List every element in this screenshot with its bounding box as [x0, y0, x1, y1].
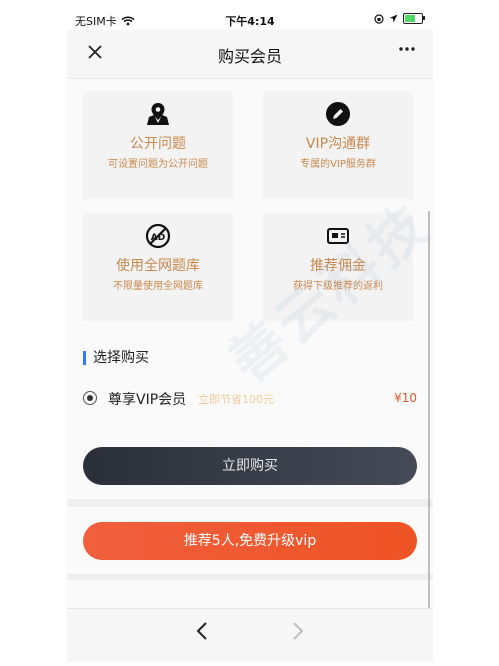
main-content: 公开问题 可设置问题为公开问题 VIP沟通群 专属的VIP服务群 AD 使用全网… [67, 79, 433, 620]
buy-now-button[interactable]: 立即购买 [83, 447, 417, 485]
divider [67, 574, 433, 580]
vip-radio[interactable] [83, 391, 97, 405]
more-button[interactable] [397, 39, 417, 64]
status-right [374, 13, 425, 24]
chevron-left-icon [196, 622, 207, 640]
vip-option-price: ¥10 [394, 391, 417, 405]
back-button[interactable] [195, 621, 209, 647]
forward-button[interactable] [291, 621, 305, 647]
map-pin-icon [147, 103, 169, 125]
feature-subtitle: 不限量使用全网题库 [113, 281, 203, 292]
vip-option-note: 立即节省100元 [198, 393, 274, 406]
no-ads-icon: AD [145, 223, 171, 249]
scrollbar[interactable] [428, 211, 430, 611]
recommend-upgrade-button[interactable]: 推荐5人,免费升级vip [83, 522, 417, 560]
status-bar: 无SIM卡 下午4:14 [67, 10, 433, 30]
location-icon [389, 14, 398, 23]
divider [67, 499, 433, 507]
feature-title: 公开问题 [130, 136, 186, 152]
phone-screen: 无SIM卡 下午4:14 购买会员 公开问题 可设置问题为公开问题 VIP沟通群… [67, 10, 433, 662]
vip-option-name: 尊享VIP会员 [108, 392, 187, 408]
pencil-icon [326, 102, 350, 126]
rotation-lock-icon [374, 13, 384, 24]
battery-icon [403, 13, 425, 24]
feature-subtitle: 可设置问题为公开问题 [108, 159, 208, 170]
feature-public-question[interactable]: 公开问题 可设置问题为公开问题 [83, 91, 233, 199]
bottom-toolbar [67, 608, 433, 662]
feature-subtitle: 专属的VIP服务群 [300, 159, 376, 170]
section-title: 选择购买 [83, 351, 149, 365]
feature-title: 使用全网题库 [116, 258, 200, 274]
feature-question-bank[interactable]: AD 使用全网题库 不限量使用全网题库 [83, 213, 233, 321]
feature-title: VIP沟通群 [305, 136, 371, 152]
page-title: 购买会员 [217, 47, 282, 66]
more-icon [399, 47, 415, 51]
chevron-right-icon [293, 622, 304, 640]
nav-bar: 购买会员 [67, 30, 433, 79]
vip-option-row[interactable]: 尊享VIP会员 立即节省100元 ¥10 [83, 388, 417, 408]
